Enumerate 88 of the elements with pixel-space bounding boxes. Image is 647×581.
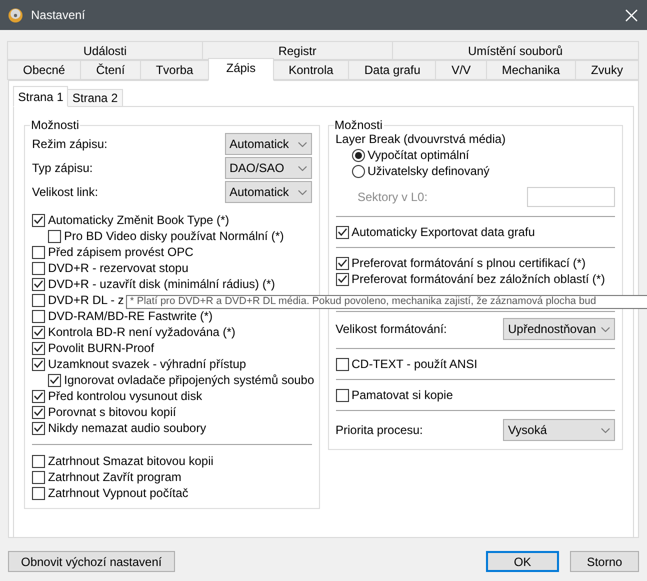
checkbox-label: Uzamknout svazek - výhradní přístup	[48, 357, 246, 371]
checkbox[interactable]	[32, 358, 45, 370]
checkbox[interactable]	[32, 342, 45, 354]
field-label: Priorita procesu:	[336, 423, 423, 437]
checkbox[interactable]	[32, 278, 45, 290]
checkbox-label: Zatrhnout Vypnout počítač	[48, 486, 188, 500]
checkbox[interactable]	[32, 326, 45, 338]
checkbox-label: Kontrola BD-R není vyžadována (*)	[48, 325, 236, 339]
tab[interactable]: Strana 2	[67, 89, 123, 107]
chevron-down-icon	[601, 326, 610, 332]
checkbox-label: Povolit BURN-Proof	[48, 341, 154, 355]
checkbox[interactable]	[32, 422, 45, 434]
tab[interactable]: Zápis	[208, 58, 274, 81]
checkbox[interactable]	[32, 214, 45, 226]
tab[interactable]: Zvuky	[574, 60, 639, 80]
close-button[interactable]	[623, 7, 639, 23]
field-label: Sektory v L0:	[358, 190, 428, 204]
window-title: Nastavení	[31, 8, 86, 22]
checkbox[interactable]	[32, 454, 45, 468]
checkbox[interactable]	[336, 226, 348, 238]
checkbox[interactable]	[32, 486, 45, 500]
checkbox-label: CD-TEXT - použít ANSI	[352, 357, 478, 371]
checkbox[interactable]	[48, 230, 61, 242]
tab[interactable]: Data grafu	[348, 60, 436, 80]
field-label: Režim zápisu:	[32, 137, 108, 151]
checkbox-label: Ignorovat ovladače připojených systémů soubo	[64, 373, 314, 387]
checkbox[interactable]	[32, 246, 45, 258]
dialog-button[interactable]: Storno	[570, 551, 639, 572]
tab[interactable]: Čtení	[80, 60, 141, 80]
checkbox-label: Automaticky Exportovat data grafu	[352, 225, 535, 239]
checkbox-label: Preferovat formátování bez záložních oblastí (*)	[352, 272, 605, 286]
checkbox-label: Před zápisem provést OPC	[48, 245, 194, 259]
checkbox-label: DVD-RAM/BD-RE Fastwrite (*)	[48, 309, 213, 323]
group-title: Možnosti	[334, 118, 384, 132]
group-title: Možnosti	[30, 118, 80, 132]
tab[interactable]: V/V	[435, 60, 487, 80]
radio-button[interactable]	[352, 164, 364, 178]
tab[interactable]: Tvorba	[140, 60, 210, 80]
tab[interactable]: Kontrola	[272, 60, 350, 80]
dropdown[interactable]: DAO/SAO	[224, 157, 312, 179]
checkbox-label: Preferovat formátování s plnou certifikací (*)	[352, 256, 586, 270]
tab[interactable]: Registr	[202, 41, 393, 60]
tab[interactable]: Obecné	[7, 60, 82, 80]
checkbox[interactable]	[336, 388, 348, 402]
radio-label: Uživatelsky definovaný	[368, 164, 490, 178]
dropdown[interactable]: Vysoká	[503, 419, 615, 441]
dropdown[interactable]: Upřednostňovan	[503, 318, 615, 340]
checkbox[interactable]	[32, 294, 45, 306]
chevron-down-icon	[298, 142, 306, 146]
checkbox[interactable]	[32, 390, 45, 402]
checkbox[interactable]	[32, 406, 45, 418]
field-label: Velikost link:	[32, 185, 98, 199]
field-label: Velikost formátování:	[336, 322, 447, 336]
checkbox-label: Zatrhnout Zavřít program	[48, 470, 182, 484]
checkbox[interactable]	[32, 470, 45, 484]
app-icon	[8, 8, 23, 22]
dialog-button[interactable]: OK	[486, 551, 559, 572]
checkbox-label: Zatrhnout Smazat bitovou kopii	[48, 454, 214, 468]
checkbox[interactable]	[32, 262, 45, 274]
radio-label: Vypočítat optimální	[368, 148, 470, 162]
tab[interactable]: Mechanika	[486, 60, 576, 80]
chevron-down-icon	[601, 428, 610, 432]
checkbox[interactable]	[336, 358, 348, 370]
checkbox-label: Nikdy nemazat audio soubory	[48, 421, 206, 435]
checkbox[interactable]	[32, 310, 45, 322]
checkbox-label: DVD+R - rezervovat stopu	[48, 261, 188, 275]
checkbox-label: Pamatovat si kopie	[352, 388, 453, 402]
tab[interactable]: Strana 1	[13, 86, 68, 107]
checkbox-label: Před kontrolou vysunout disk	[48, 389, 202, 403]
reset-button[interactable]: Obnovit výchozí nastavení	[8, 551, 175, 572]
checkbox-label: Automaticky Změnit Book Type (*)	[48, 213, 230, 227]
checkbox-label: Porovnat s bitovou kopií	[48, 405, 176, 419]
dropdown[interactable]: Automatick	[224, 133, 312, 155]
tab[interactable]: Události	[7, 41, 203, 60]
dropdown[interactable]: Automatick	[224, 181, 312, 203]
chevron-down-icon	[298, 166, 306, 170]
checkbox-label: DVD+R - uzavřít disk (minimální rádius) (*)	[48, 277, 276, 291]
chevron-down-icon	[298, 190, 306, 194]
checkbox[interactable]	[336, 256, 348, 270]
checkbox[interactable]	[336, 272, 348, 286]
radio-button[interactable]	[352, 148, 364, 162]
section-label: Layer Break (dvouvrstvá média)	[336, 132, 507, 146]
tab[interactable]: Umístění souborů	[392, 41, 640, 60]
field-label: Typ zápisu:	[32, 161, 93, 175]
tooltip: * Platí pro DVD+R a DVD+R DL média. Pokud povoleno, mechanika zajistí, že záznamová plocha bud	[126, 295, 647, 309]
checkbox-label: DVD+R DL - z	[48, 293, 124, 307]
checkbox[interactable]	[48, 374, 61, 386]
checkbox-label: Pro BD Video disky používat Normální (*)	[64, 229, 284, 243]
